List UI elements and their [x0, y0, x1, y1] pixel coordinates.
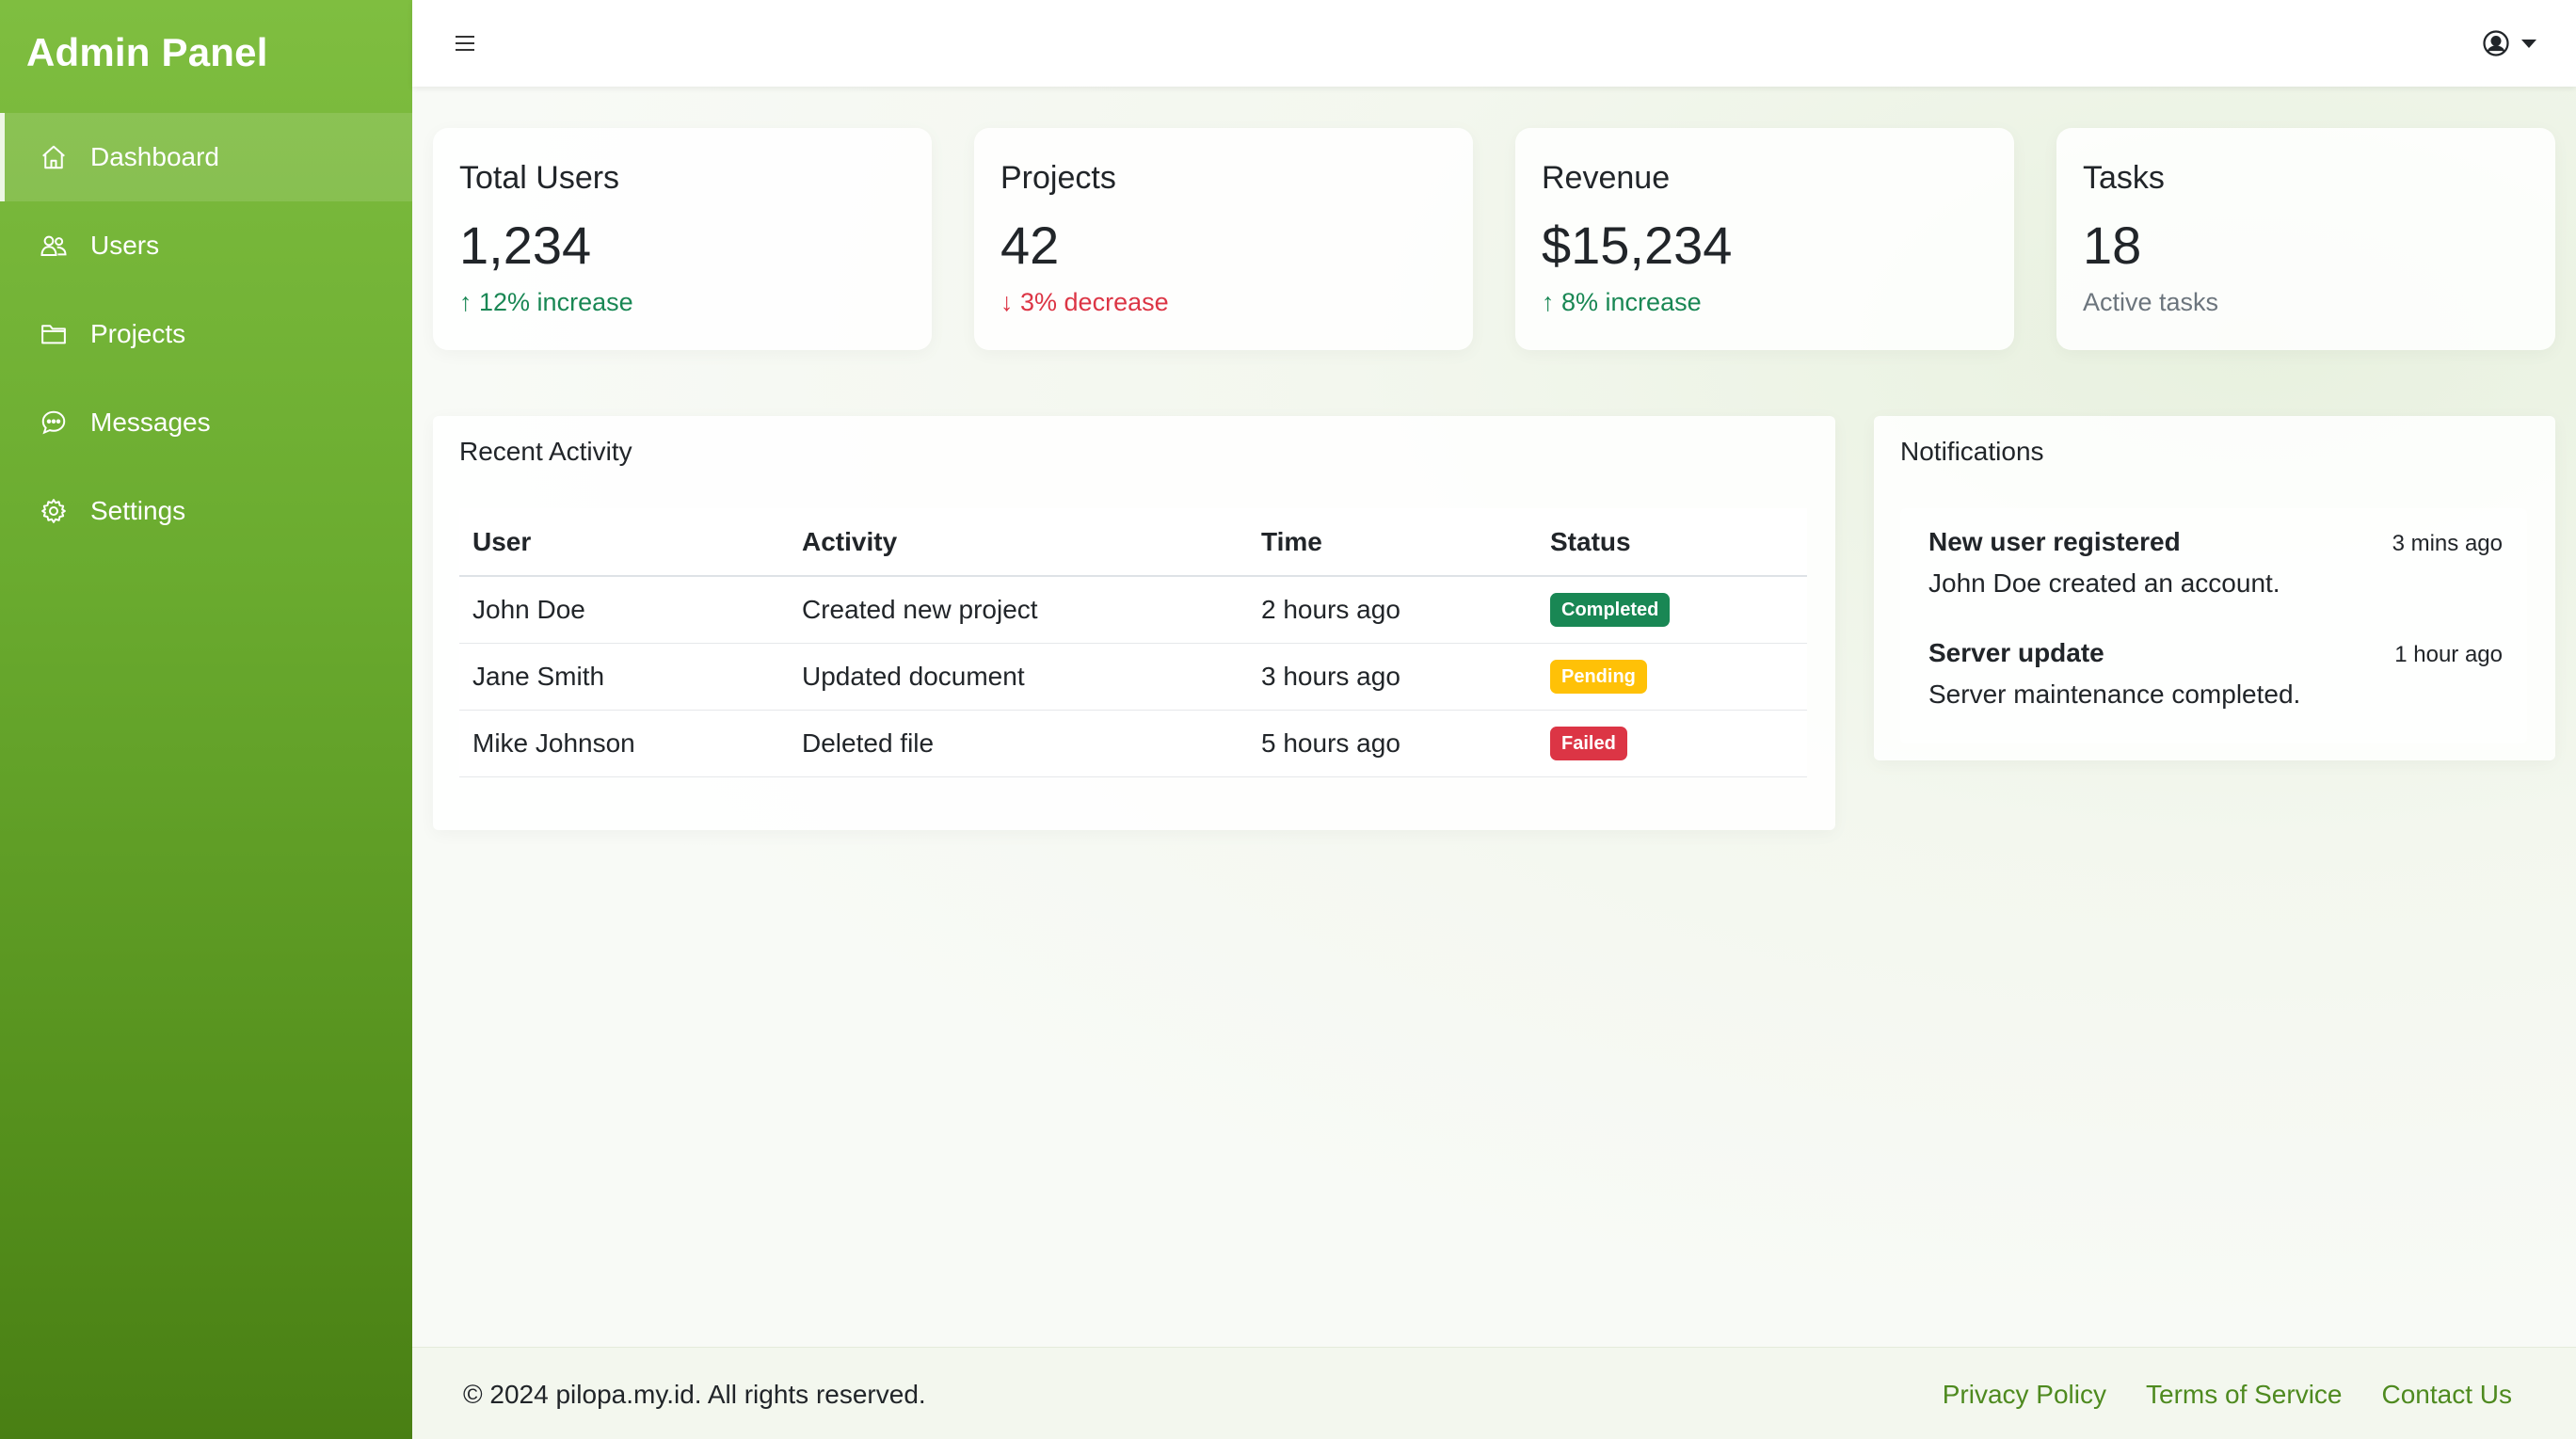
chat-icon: [40, 408, 68, 437]
notifications-panel: Notifications New user registered 3 mins…: [1874, 416, 2555, 760]
copyright-text: © 2024 pilopa.my.id. All rights reserved…: [463, 1380, 926, 1409]
terms-of-service-link[interactable]: Terms of Service: [2146, 1380, 2343, 1410]
table-row: John Doe Created new project 2 hours ago…: [459, 576, 1807, 644]
cell-activity: Updated document: [789, 643, 1248, 711]
sidebar-item-label: Users: [90, 231, 160, 260]
notification-time: 3 mins ago: [2392, 531, 2503, 556]
sidebar: Admin Panel Dashboard Users Projects Mes…: [0, 0, 412, 1439]
notification-item[interactable]: Server update 1 hour ago Server maintena…: [1928, 638, 2503, 723]
notification-time: 1 hour ago: [2394, 642, 2503, 667]
stat-title: Projects: [1000, 160, 1116, 196]
stat-change: ↑ 8% increase: [1542, 288, 1702, 316]
notification-text: Server maintenance completed.: [1928, 680, 2301, 709]
cell-status: Failed: [1537, 710, 1807, 777]
app: Admin Panel Dashboard Users Projects Mes…: [0, 0, 2576, 1439]
sidebar-item-users[interactable]: Users: [0, 201, 412, 290]
home-icon: [40, 143, 68, 171]
stat-card-projects: Projects 42 ↓ 3% decrease: [974, 128, 1473, 350]
notification-title: Server update: [1928, 638, 2104, 667]
stat-title: Tasks: [2083, 160, 2165, 196]
brand-title: Admin Panel: [26, 30, 268, 74]
topbar: [412, 0, 2576, 87]
cell-status: Pending: [1537, 643, 1807, 711]
stat-value: 1,234: [459, 216, 592, 275]
sidebar-item-label: Settings: [90, 496, 186, 525]
cell-user: John Doe: [459, 576, 789, 644]
stat-title: Total Users: [459, 160, 620, 196]
footer: © 2024 pilopa.my.id. All rights reserved…: [412, 1347, 2576, 1439]
arrow-up-icon: ↑: [1542, 288, 1555, 316]
table-header-row: User Activity Time Status: [459, 508, 1807, 577]
column-header: Activity: [789, 508, 1248, 577]
hamburger-icon[interactable]: [456, 26, 489, 60]
user-menu-button[interactable]: [2482, 24, 2536, 62]
recent-activity-panel: Recent Activity User Activity Time Statu…: [433, 416, 1835, 830]
status-badge: Completed: [1550, 593, 1671, 628]
main-content: Total Users 1,234 ↑ 12% increase Project…: [412, 87, 2576, 1352]
stat-change: ↑ 12% increase: [459, 288, 633, 316]
stat-card-tasks: Tasks 18 Active tasks: [2056, 128, 2555, 350]
footer-links: Privacy Policy Terms of Service Contact …: [1943, 1380, 2512, 1410]
stat-value: $15,234: [1542, 216, 1733, 275]
privacy-policy-link[interactable]: Privacy Policy: [1943, 1380, 2106, 1410]
sidebar-item-label: Dashboard: [90, 142, 219, 171]
cell-activity: Created new project: [789, 576, 1248, 644]
stat-title: Revenue: [1542, 160, 1671, 196]
cell-time: 3 hours ago: [1248, 643, 1537, 711]
cell-time: 5 hours ago: [1248, 710, 1537, 777]
column-header: User: [459, 508, 789, 577]
notification-text: John Doe created an account.: [1928, 568, 2280, 598]
table-row: Jane Smith Updated document 3 hours ago …: [459, 643, 1807, 711]
activity-table: User Activity Time Status John Doe Creat…: [459, 508, 1807, 777]
sidebar-item-dashboard[interactable]: Dashboard: [0, 113, 412, 201]
stat-card-users: Total Users 1,234 ↑ 12% increase: [433, 128, 932, 350]
notification-title: New user registered: [1928, 527, 2181, 556]
column-header: Time: [1248, 508, 1537, 577]
cell-time: 2 hours ago: [1248, 576, 1537, 644]
notification-list: New user registered 3 mins ago John Doe …: [1900, 508, 2527, 743]
cell-status: Completed: [1537, 576, 1807, 644]
sidebar-item-label: Projects: [90, 319, 186, 348]
panel-title: Notifications: [1900, 437, 2044, 466]
arrow-down-icon: ↓: [1000, 288, 1014, 316]
chevron-down-icon: [2521, 39, 2536, 48]
sidebar-item-projects[interactable]: Projects: [0, 290, 412, 378]
cell-user: Mike Johnson: [459, 710, 789, 777]
status-badge: Failed: [1550, 727, 1627, 760]
sidebar-item-messages[interactable]: Messages: [0, 378, 412, 467]
table-row: Mike Johnson Deleted file 5 hours ago Fa…: [459, 710, 1807, 777]
column-header: Status: [1537, 508, 1807, 577]
stat-value: 18: [2083, 216, 2142, 275]
stat-change: Active tasks: [2083, 288, 2219, 316]
status-badge: Pending: [1550, 660, 1647, 694]
cell-user: Jane Smith: [459, 643, 789, 711]
contact-us-link[interactable]: Contact Us: [2382, 1380, 2513, 1410]
stat-change: ↓ 3% decrease: [1000, 288, 1169, 316]
stat-card-revenue: Revenue $15,234 ↑ 8% increase: [1515, 128, 2014, 350]
arrow-up-icon: ↑: [459, 288, 472, 316]
user-circle-icon: [2483, 30, 2509, 56]
users-icon: [40, 232, 68, 260]
folder-icon: [40, 320, 68, 348]
panel-title: Recent Activity: [459, 437, 632, 466]
sidebar-nav: Dashboard Users Projects Messages Settin…: [0, 113, 412, 555]
sidebar-item-settings[interactable]: Settings: [0, 467, 412, 555]
sidebar-item-label: Messages: [90, 408, 211, 437]
notification-item[interactable]: New user registered 3 mins ago John Doe …: [1928, 527, 2503, 612]
gear-icon: [40, 497, 68, 525]
cell-activity: Deleted file: [789, 710, 1248, 777]
stat-value: 42: [1000, 216, 1060, 275]
